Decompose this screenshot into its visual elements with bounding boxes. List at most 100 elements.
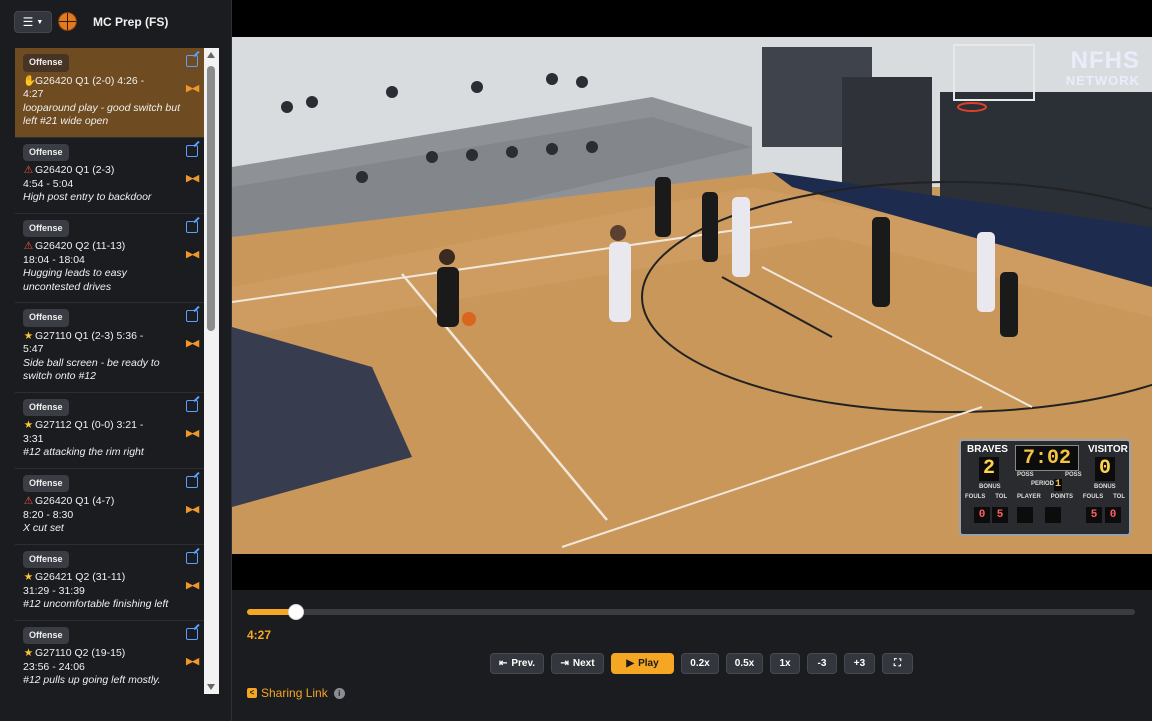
player-controls: 4:27 ⇤ Prev. ⇥ Next ▶ Play 0.2x 0.5x 1x … bbox=[232, 590, 1152, 721]
jump-to-clip-icon[interactable]: ▶◀ bbox=[186, 172, 199, 186]
speed-05-button[interactable]: 0.5x bbox=[726, 653, 763, 674]
clip-note: Side ball screen - be ready to switch on… bbox=[23, 356, 160, 383]
thumbs-down-icon: ✋ bbox=[23, 74, 37, 87]
scrollbar[interactable] bbox=[204, 48, 219, 694]
prev-button[interactable]: ⇤ Prev. bbox=[490, 653, 544, 674]
fullscreen-icon: ⛶ bbox=[894, 658, 901, 669]
edit-icon[interactable] bbox=[186, 55, 198, 67]
scoreboard-row-label: PLAYER bbox=[1016, 494, 1041, 500]
jump-to-clip-icon[interactable]: ▶◀ bbox=[186, 337, 199, 351]
team-title: MC Prep (FS) bbox=[93, 15, 169, 29]
edit-icon[interactable] bbox=[186, 144, 198, 157]
clip-tag-badge: Offense bbox=[23, 309, 69, 327]
edit-icon[interactable] bbox=[186, 399, 198, 412]
clip-note: High post entry to backdoor bbox=[23, 191, 152, 203]
clip-note: #12 uncomfortable finishing left bbox=[23, 598, 169, 610]
scroll-up-arrow-icon[interactable] bbox=[207, 52, 215, 58]
jump-to-clip-icon[interactable]: ▶◀ bbox=[186, 503, 199, 517]
scrollbar-thumb[interactable] bbox=[207, 66, 215, 331]
edit-icon[interactable] bbox=[186, 475, 198, 488]
edit-icon[interactable] bbox=[186, 627, 198, 640]
video-frame[interactable]: NFHS NETWORK BRAVES VISITOR 2 0 7:02 POS… bbox=[232, 37, 1152, 554]
scoreboard-row-label: FOULS bbox=[965, 494, 986, 500]
scoreboard-player bbox=[1017, 507, 1033, 523]
info-icon[interactable]: i bbox=[333, 687, 345, 699]
clip-time-range: 4:27 bbox=[23, 88, 44, 100]
clip-item[interactable]: Offense ⚠ G26420 Q2 (11-13) 18:04 - 18:04 Hu… bbox=[15, 214, 205, 303]
clip-note: X cut set bbox=[23, 522, 64, 534]
clip-time-range: 18:04 - 18:04 bbox=[23, 253, 85, 266]
play-button-label: Play bbox=[638, 658, 659, 669]
scoreboard-row-labels: FOULS TOL PLAYER POINTS FOULS TOL bbox=[965, 494, 1125, 500]
jump-to-clip-icon[interactable]: ▶◀ bbox=[186, 427, 199, 441]
warning-icon: ⚠ bbox=[23, 240, 34, 252]
watermark-top: NFHS bbox=[1070, 47, 1140, 74]
clip-title: ★ G27110 Q1 (2-3) 5:36 - bbox=[23, 330, 183, 344]
star-icon: ★ bbox=[23, 571, 34, 583]
clip-item[interactable]: Offense ★ G27110 Q2 (19-15) 23:56 - 24:06 #1… bbox=[15, 621, 205, 695]
scoreboard-visitor-bonus: BONUS bbox=[1094, 484, 1116, 490]
clip-item[interactable]: Offense ★ G27112 Q1 (0-0) 3:21 -3:31 #12 at… bbox=[15, 393, 205, 469]
clip-item[interactable]: Offense ⚠ G26420 Q1 (4-7) 8:20 - 8:30 X cut … bbox=[15, 469, 205, 545]
fullscreen-button[interactable]: ⛶ bbox=[882, 653, 913, 674]
clip-title: ⚠ G26420 Q2 (11-13) bbox=[23, 240, 183, 254]
speed-1-button[interactable]: 1x bbox=[770, 653, 800, 674]
clip-item[interactable]: Offense ⚠ G26420 Q1 (2-3) 4:54 - 5:04 High p… bbox=[15, 138, 205, 214]
scoreboard-period-label: PERIOD bbox=[1031, 481, 1055, 487]
clip-tag-badge: Offense bbox=[23, 474, 69, 492]
hamburger-menu-icon: ☰ bbox=[22, 15, 34, 29]
warning-icon: ⚠ bbox=[23, 495, 34, 507]
clip-note: #12 pulls up going left mostly. bbox=[23, 674, 161, 686]
playback-buttons: ⇤ Prev. ⇥ Next ▶ Play 0.2x 0.5x 1x -3 +3… bbox=[490, 653, 913, 674]
current-time: 4:27 bbox=[247, 628, 272, 642]
scoreboard-poss-visitor: POSS bbox=[1065, 472, 1082, 478]
clip-title-text: G26420 Q1 (2-3) bbox=[35, 164, 115, 176]
scoreboard-home-fouls: 0 bbox=[974, 507, 990, 523]
scoreboard-row-label: FOULS bbox=[1082, 494, 1104, 500]
edit-icon[interactable] bbox=[186, 310, 198, 322]
clip-title-text: G26420 Q1 (2-0) 4:26 - bbox=[35, 74, 145, 87]
clip-title-text: G27112 Q1 (0-0) 3:21 - bbox=[35, 419, 144, 431]
scroll-down-arrow-icon[interactable] bbox=[207, 684, 215, 690]
star-icon: ★ bbox=[23, 329, 34, 342]
clip-tag-badge: Offense bbox=[23, 626, 69, 644]
scoreboard-row-label: TOL bbox=[1113, 494, 1125, 500]
scoreboard-home-label: BRAVES bbox=[967, 444, 1008, 455]
play-button[interactable]: ▶ Play bbox=[611, 653, 674, 674]
clip-title: ✋G26420 Q1 (2-0) 4:26 - bbox=[23, 75, 183, 89]
progress-bar[interactable] bbox=[247, 604, 1135, 620]
next-button-label: Next bbox=[572, 658, 595, 669]
watermark-bottom: NETWORK bbox=[1065, 73, 1140, 88]
forward-3-button[interactable]: +3 bbox=[844, 653, 875, 674]
clip-tag-badge: Offense bbox=[23, 219, 69, 237]
video-player[interactable]: NFHS NETWORK BRAVES VISITOR 2 0 7:02 POS… bbox=[232, 0, 1152, 590]
edit-icon[interactable] bbox=[186, 551, 198, 564]
jump-to-clip-icon[interactable]: ▶◀ bbox=[186, 82, 199, 96]
clip-item[interactable]: Offense ★ G27110 Q1 (2-3) 5:36 -5:47 Side b… bbox=[15, 303, 205, 393]
play-icon: ▶ bbox=[626, 658, 635, 669]
back-3-button[interactable]: -3 bbox=[807, 653, 837, 674]
jump-to-clip-icon[interactable]: ▶◀ bbox=[186, 579, 199, 593]
next-button[interactable]: ⇥ Next bbox=[551, 653, 604, 674]
edit-icon[interactable] bbox=[186, 220, 198, 233]
clip-title-text: G26420 Q1 (4-7) bbox=[35, 495, 115, 507]
clip-tag-badge: Offense bbox=[23, 550, 69, 568]
menu-button[interactable]: ☰ ▼ bbox=[14, 11, 52, 33]
scoreboard-points bbox=[1045, 507, 1061, 523]
clip-title-text: G26420 Q2 (11-13) bbox=[35, 240, 126, 252]
basketball-icon bbox=[58, 12, 77, 31]
clip-item[interactable]: Offense ✋G26420 Q1 (2-0) 4:26 -4:27 loopar… bbox=[15, 48, 205, 138]
progress-handle[interactable] bbox=[287, 604, 304, 620]
clip-title: ⚠ G26420 Q1 (2-3) bbox=[23, 164, 183, 178]
speed-02-button[interactable]: 0.2x bbox=[681, 653, 719, 674]
sharing-link[interactable]: < Sharing Link i bbox=[247, 686, 345, 700]
scoreboard: BRAVES VISITOR 2 0 7:02 POSS POSS PERIOD… bbox=[959, 439, 1131, 536]
share-icon: < bbox=[247, 688, 257, 698]
jump-to-clip-icon[interactable]: ▶◀ bbox=[186, 248, 199, 262]
clip-time-range: 23:56 - 24:06 bbox=[23, 660, 85, 673]
clip-item[interactable]: Offense ★ G26421 Q2 (31-11) 31:29 - 31:39 #1… bbox=[15, 545, 205, 621]
jump-to-clip-icon[interactable]: ▶◀ bbox=[186, 655, 199, 669]
star-icon: ★ bbox=[23, 647, 34, 659]
scoreboard-row-label: TOL bbox=[995, 494, 1008, 500]
clip-title: ★ G26421 Q2 (31-11) bbox=[23, 571, 183, 585]
